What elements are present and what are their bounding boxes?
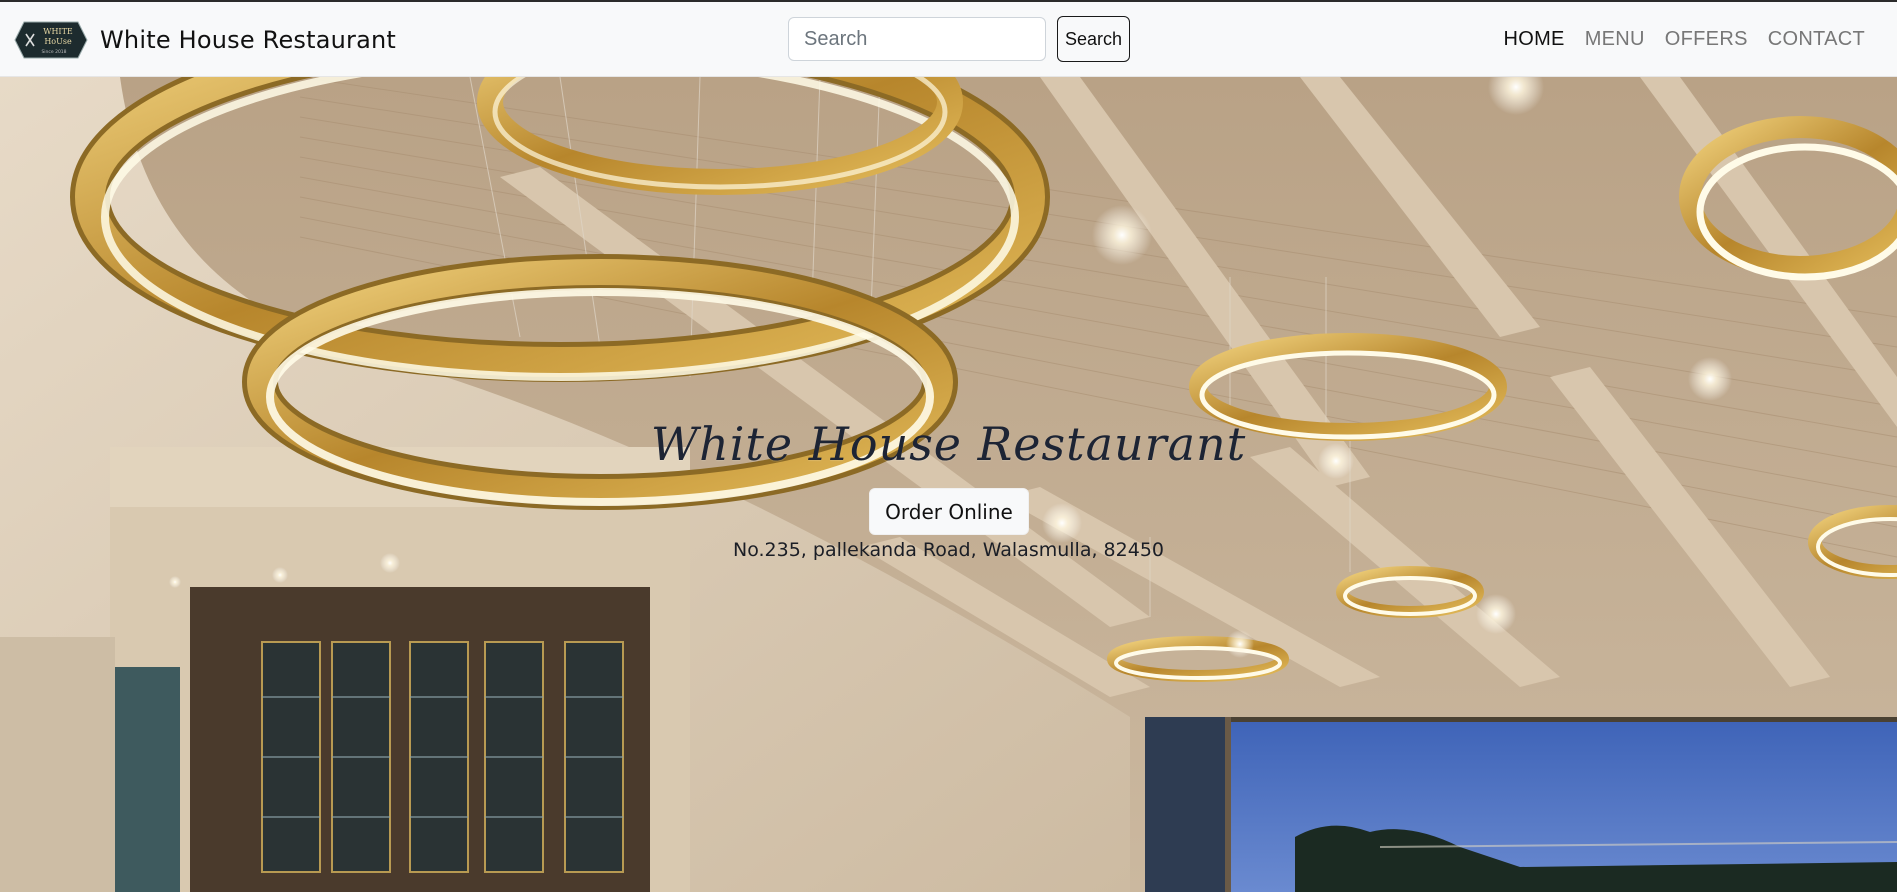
- search-form: Search: [788, 16, 1130, 62]
- svg-text:HoUse: HoUse: [44, 37, 72, 46]
- navbar: WHITE HoUse Since 2018 White House Resta…: [0, 2, 1897, 77]
- restaurant-address: No.235, pallekanda Road, Walasmulla, 824…: [733, 539, 1164, 561]
- hero-background-image: [0, 77, 1897, 892]
- svg-text:Since 2018: Since 2018: [41, 49, 66, 55]
- brand-link[interactable]: WHITE HoUse Since 2018 White House Resta…: [14, 2, 396, 77]
- nav-offers[interactable]: OFFERS: [1655, 28, 1758, 51]
- hero-section: White House Restaurant Order Online No.2…: [0, 77, 1897, 892]
- nav-menu: HOME MENU OFFERS CONTACT: [1494, 2, 1876, 77]
- order-online-button[interactable]: Order Online: [869, 488, 1029, 535]
- brand-name: White House Restaurant: [100, 25, 397, 54]
- nav-home[interactable]: HOME: [1494, 28, 1575, 51]
- nav-menu-link[interactable]: MENU: [1575, 28, 1655, 51]
- restaurant-logo-icon: WHITE HoUse Since 2018: [14, 21, 88, 58]
- search-input[interactable]: [788, 17, 1046, 61]
- nav-contact[interactable]: CONTACT: [1758, 28, 1875, 51]
- svg-text:WHITE: WHITE: [43, 27, 73, 36]
- search-button[interactable]: Search: [1057, 16, 1130, 62]
- hero-title: White House Restaurant: [650, 417, 1247, 471]
